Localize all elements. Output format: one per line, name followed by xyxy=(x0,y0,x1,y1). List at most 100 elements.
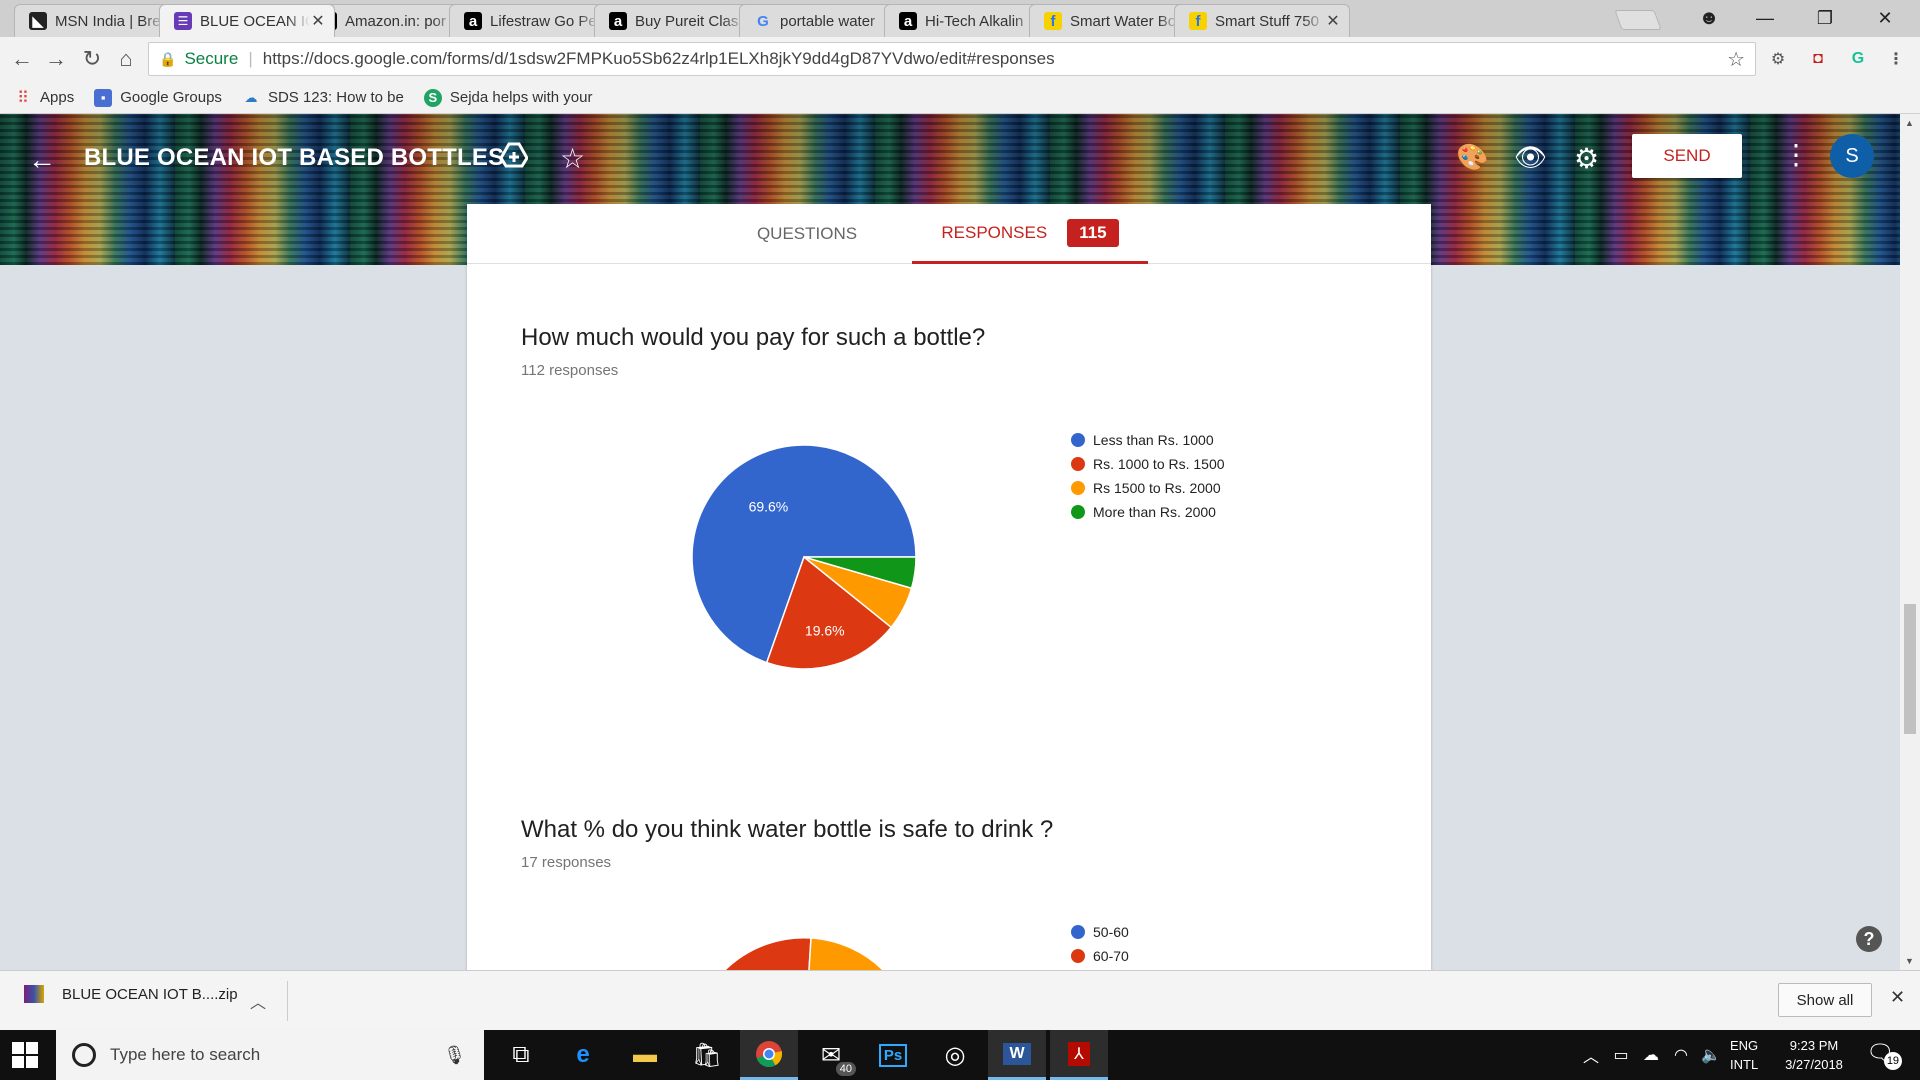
extension-icon[interactable]: ⚙ xyxy=(1766,47,1790,71)
responses-card: QUESTIONS RESPONSES 115 How much would y… xyxy=(467,204,1431,970)
page-content: ← BLUE OCEAN IOT BASED BOTTLES ☆ 🎨 👁 ⚙ S… xyxy=(0,114,1900,970)
tab-title: Smart Water Bo xyxy=(1070,12,1177,30)
volume-icon[interactable]: 🔈 xyxy=(1696,1030,1726,1080)
grammarly-icon[interactable]: G xyxy=(1846,47,1870,71)
bookmark-sejda[interactable]: S Sejda helps with your xyxy=(423,88,592,107)
tab-close-icon[interactable]: ✕ xyxy=(1325,11,1341,31)
sejda-icon: S xyxy=(423,88,442,107)
separator: | xyxy=(248,49,253,68)
taskbar-search-input[interactable]: Type here to search 🎙 xyxy=(56,1030,484,1080)
apps-grid-icon: ⠿ xyxy=(17,89,29,107)
preview-eye-icon[interactable]: 👁 xyxy=(1514,142,1547,173)
send-button[interactable]: SEND xyxy=(1632,134,1742,178)
bookmark-sds[interactable]: ☁ SDS 123: How to be xyxy=(242,89,403,107)
bookmark-google-groups[interactable]: ▪ Google Groups xyxy=(94,88,222,107)
tab-responses-label: RESPONSES xyxy=(941,222,1048,242)
minimize-button[interactable]: — xyxy=(1740,0,1790,37)
acrobat-logo: ⅄ xyxy=(1068,1041,1090,1066)
chevron-up-icon[interactable]: ︿ xyxy=(250,989,266,1013)
back-arrow-icon[interactable]: ← xyxy=(28,144,56,176)
bookmark-apps[interactable]: ⠿ Apps xyxy=(14,89,74,107)
tab-questions[interactable]: QUESTIONS xyxy=(737,204,877,264)
home-icon[interactable]: ⌂ xyxy=(112,45,140,73)
clock-time: 9:23 PM xyxy=(1789,1038,1839,1053)
chrome-menu-icon[interactable]: ⋮ xyxy=(1884,47,1908,71)
pie-slice[interactable] xyxy=(804,938,917,970)
show-all-button[interactable]: Show all xyxy=(1778,983,1872,1017)
move-to-drive-icon[interactable] xyxy=(499,142,529,175)
tab-responses[interactable]: RESPONSES 115 xyxy=(912,204,1148,264)
secure-label: Secure xyxy=(184,49,239,68)
response-count: 112 responses xyxy=(521,362,619,379)
reload-icon[interactable]: ↻ xyxy=(78,45,106,73)
bookmark-star-icon[interactable]: ☆ xyxy=(1727,47,1745,72)
tray-chevron-up-icon[interactable]: ︿ xyxy=(1576,1030,1606,1080)
scroll-up-icon[interactable]: ▲ xyxy=(1905,118,1914,128)
back-icon[interactable]: ← xyxy=(8,45,36,73)
browser-tab[interactable]: ☰ BLUE OCEAN IC ✕ xyxy=(159,4,335,37)
pie-slice[interactable] xyxy=(691,938,812,970)
language-indicator[interactable]: ENG INTL xyxy=(1730,1036,1758,1074)
battery-icon[interactable]: ▭ xyxy=(1606,1030,1636,1080)
star-icon[interactable]: ☆ xyxy=(560,142,585,175)
action-center-icon[interactable]: 🗨 19 xyxy=(1866,1040,1902,1070)
clock-date: 3/27/2018 xyxy=(1785,1057,1843,1072)
scroll-thumb[interactable] xyxy=(1904,604,1916,734)
form-tab-bar: QUESTIONS RESPONSES 115 xyxy=(467,204,1431,264)
task-view-icon[interactable]: ⧉ xyxy=(492,1030,550,1080)
acrobat-icon[interactable]: ⅄ xyxy=(1050,1030,1108,1080)
tab-title: Amazon.in: por xyxy=(345,12,446,30)
photoshop-icon[interactable]: Ps xyxy=(864,1030,922,1080)
legend-label: Rs. 1000 to Rs. 1500 xyxy=(1093,456,1225,472)
restore-button[interactable]: ❐ xyxy=(1800,0,1850,37)
page-scrollbar[interactable]: ▲ ▼ xyxy=(1900,114,1920,970)
windows-start-icon[interactable] xyxy=(10,1040,40,1070)
microphone-icon[interactable]: 🎙 xyxy=(443,1045,466,1066)
tab-title: Hi-Tech Alkalin xyxy=(925,12,1024,30)
photoshop-logo: Ps xyxy=(878,1043,908,1067)
more-options-icon[interactable]: ⋮ xyxy=(1782,138,1810,171)
url-text[interactable]: https://docs.google.com/forms/d/1sdsw2FM… xyxy=(263,49,1055,69)
msn-icon: ◣ xyxy=(29,12,47,30)
word-icon[interactable]: W xyxy=(988,1030,1046,1080)
download-item[interactable]: BLUE OCEAN IOT B....zip xyxy=(24,985,238,1003)
close-window-button[interactable]: ✕ xyxy=(1860,0,1910,37)
legend-label: 60-70 xyxy=(1093,948,1129,964)
close-icon[interactable]: ✕ xyxy=(1890,987,1905,1008)
legend-item: More than Rs. 2000 xyxy=(1071,500,1225,524)
download-shelf: BLUE OCEAN IOT B....zip ︿ Show all ✕ xyxy=(0,970,1920,1030)
groove-music-icon[interactable]: ◎ xyxy=(926,1030,984,1080)
chrome-icon[interactable] xyxy=(740,1030,798,1080)
mail-icon[interactable]: ✉ 40 xyxy=(802,1030,860,1080)
chart-legend: 50-60 60-70 xyxy=(1071,920,1129,968)
tab-title: Buy Pureit Clas xyxy=(635,12,739,30)
bookmark-label: Google Groups xyxy=(120,89,222,106)
pocket-icon[interactable]: ◘ xyxy=(1806,47,1830,71)
divider xyxy=(287,981,288,1021)
tab-close-icon[interactable]: ✕ xyxy=(310,11,326,31)
wifi-icon[interactable]: ◠ xyxy=(1666,1030,1696,1080)
pie-chart-price: 69.6% 19.6% xyxy=(691,444,917,670)
file-explorer-icon[interactable]: ▬ xyxy=(616,1030,674,1080)
lang-code: ENG xyxy=(1730,1038,1759,1053)
clock[interactable]: 9:23 PM 3/27/2018 xyxy=(1774,1036,1854,1074)
help-icon[interactable]: ? xyxy=(1856,926,1882,952)
google-groups-icon: ▪ xyxy=(94,88,113,107)
browser-tab[interactable]: f Smart Stuff 750 ✕ xyxy=(1174,4,1350,37)
cloud-sync-icon[interactable]: ☁ xyxy=(1636,1030,1666,1080)
forward-icon[interactable]: → xyxy=(42,45,70,73)
new-tab-button[interactable] xyxy=(1614,10,1662,30)
address-bar[interactable]: 🔒 Secure | https://docs.google.com/forms… xyxy=(148,42,1756,76)
question-title: What % do you think water bottle is safe… xyxy=(521,816,1054,843)
settings-gear-icon[interactable]: ⚙ xyxy=(1574,142,1599,175)
edge-icon[interactable]: e xyxy=(554,1030,612,1080)
profile-icon[interactable]: ☻ xyxy=(1684,0,1734,37)
avatar[interactable]: S xyxy=(1830,134,1874,178)
palette-icon[interactable]: 🎨 xyxy=(1456,142,1488,173)
windows-taskbar: Type here to search 🎙 ⧉ e ▬ 🛍 ✉ 40 Ps ◎ W… xyxy=(0,1030,1920,1080)
legend-item: 60-70 xyxy=(1071,944,1129,968)
legend-color-dot xyxy=(1071,433,1085,447)
search-placeholder: Type here to search xyxy=(110,1045,261,1064)
scroll-down-icon[interactable]: ▼ xyxy=(1905,956,1914,966)
store-icon[interactable]: 🛍 xyxy=(678,1030,736,1080)
